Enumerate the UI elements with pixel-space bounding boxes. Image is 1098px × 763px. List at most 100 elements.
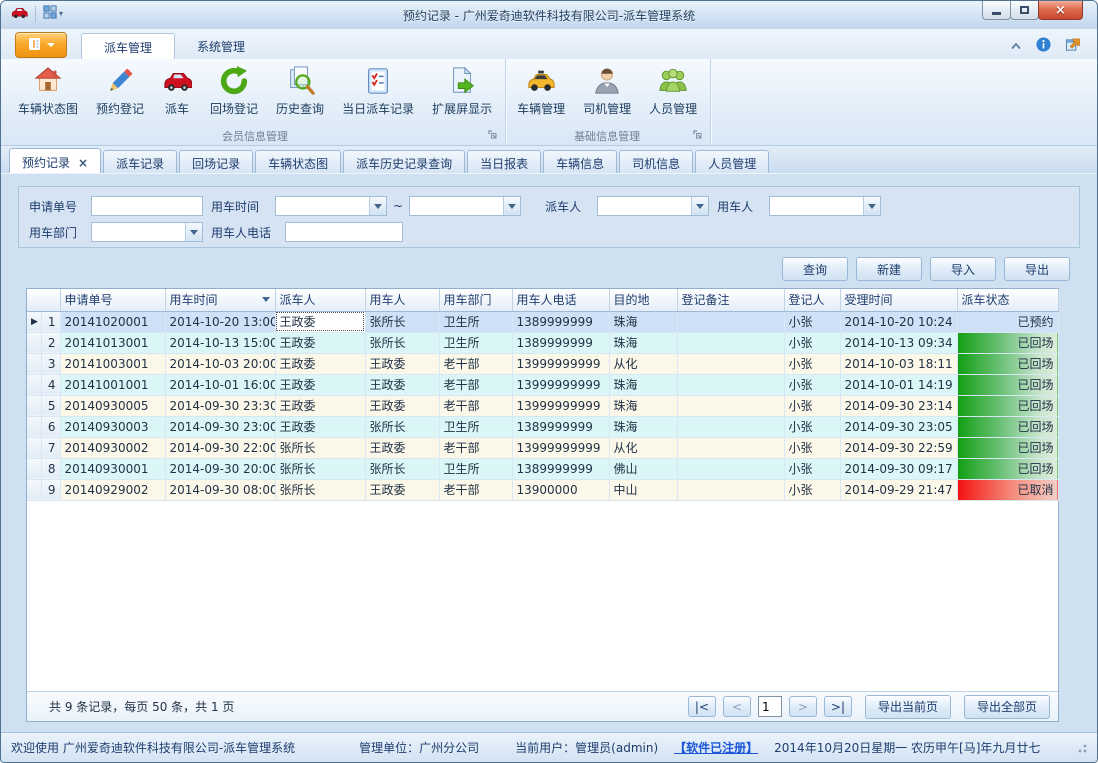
data-cell[interactable]: 王政委 xyxy=(365,437,439,458)
dropdown-button[interactable] xyxy=(691,197,708,215)
data-cell[interactable]: 王政委 xyxy=(275,311,365,332)
table-row[interactable]: 8201409300012014-09-30 20:00张所长张所长卫生所138… xyxy=(27,458,1058,479)
column-header[interactable]: 受理时间 xyxy=(840,289,957,311)
data-cell[interactable]: 珠海 xyxy=(609,311,677,332)
data-cell[interactable]: 2014-10-13 09:34 xyxy=(840,332,957,353)
table-row[interactable]: 4201410010012014-10-01 16:00王政委王政委老干部139… xyxy=(27,374,1058,395)
data-cell[interactable]: 张所长 xyxy=(275,437,365,458)
data-cell[interactable]: 1389999999 xyxy=(512,458,609,479)
data-cell[interactable]: 佛山 xyxy=(609,458,677,479)
data-cell[interactable]: 老干部 xyxy=(439,395,512,416)
table-row[interactable]: 2201410130012014-10-13 15:00王政委张所长卫生所138… xyxy=(27,332,1058,353)
data-cell[interactable]: 1389999999 xyxy=(512,416,609,437)
data-cell[interactable]: 20141001001 xyxy=(60,374,165,395)
data-cell[interactable]: 张所长 xyxy=(275,479,365,500)
reference-button[interactable] xyxy=(1065,37,1081,55)
data-cell[interactable]: 2014-10-01 16:00 xyxy=(165,374,275,395)
data-cell[interactable]: 2014-09-30 23:14 xyxy=(840,395,957,416)
maximize-button[interactable] xyxy=(1010,1,1039,20)
document-tab[interactable]: 司机信息 xyxy=(619,150,693,173)
data-cell[interactable]: 卫生所 xyxy=(439,416,512,437)
data-cell[interactable]: 张所长 xyxy=(365,416,439,437)
document-tab[interactable]: 派车记录 xyxy=(103,150,177,173)
data-cell[interactable] xyxy=(677,437,784,458)
data-cell[interactable]: 13999999999 xyxy=(512,437,609,458)
data-cell[interactable]: 2014-10-20 10:24 xyxy=(840,311,957,332)
table-row[interactable]: 9201409290022014-09-30 08:00张所长王政委老干部139… xyxy=(27,479,1058,500)
data-cell[interactable]: 2014-09-30 23:00 xyxy=(165,416,275,437)
page-number-input[interactable] xyxy=(758,696,782,717)
data-cell[interactable]: 王政委 xyxy=(365,353,439,374)
data-cell[interactable]: 1389999999 xyxy=(512,311,609,332)
data-cell[interactable]: 小张 xyxy=(784,437,840,458)
data-cell[interactable]: 2014-09-29 21:47 xyxy=(840,479,957,500)
column-header[interactable]: 派车人 xyxy=(275,289,365,311)
export-current-page-button[interactable]: 导出当前页 xyxy=(865,695,951,719)
new-button[interactable]: 新建 xyxy=(856,257,922,281)
data-cell[interactable]: 张所长 xyxy=(365,458,439,479)
import-button[interactable]: 导入 xyxy=(930,257,996,281)
table-row[interactable]: 7201409300022014-09-30 22:00张所长王政委老干部139… xyxy=(27,437,1058,458)
data-cell[interactable] xyxy=(677,416,784,437)
data-cell[interactable]: 20140930001 xyxy=(60,458,165,479)
data-cell[interactable]: 2014-09-30 23:30 xyxy=(165,395,275,416)
close-button[interactable]: × xyxy=(1038,1,1083,20)
data-cell[interactable]: 中山 xyxy=(609,479,677,500)
data-cell[interactable]: 20140930005 xyxy=(60,395,165,416)
filter-arrow-icon[interactable] xyxy=(262,297,270,302)
data-cell[interactable]: 老干部 xyxy=(439,353,512,374)
data-cell[interactable]: 老干部 xyxy=(439,437,512,458)
minimize-button[interactable] xyxy=(982,1,1011,20)
data-cell[interactable]: 2014-09-30 08:00 xyxy=(165,479,275,500)
document-tab[interactable]: 回场记录 xyxy=(179,150,253,173)
dropdown-button[interactable] xyxy=(863,197,880,215)
data-cell[interactable]: 2014-09-30 09:17 xyxy=(840,458,957,479)
data-cell[interactable]: 王政委 xyxy=(275,353,365,374)
data-cell[interactable]: 20140929002 xyxy=(60,479,165,500)
app-menu-button[interactable] xyxy=(15,32,67,58)
data-cell[interactable]: 张所长 xyxy=(365,311,439,332)
data-cell[interactable]: 小张 xyxy=(784,374,840,395)
table-row[interactable]: ▶1201410200012014-10-20 13:00王政委张所长卫生所13… xyxy=(27,311,1058,332)
data-cell[interactable]: 老干部 xyxy=(439,479,512,500)
ribbon-button[interactable]: 预约登记 xyxy=(87,62,153,128)
document-tab[interactable]: 当日报表 xyxy=(467,150,541,173)
data-cell[interactable] xyxy=(677,332,784,353)
data-cell[interactable]: 2014-09-30 22:00 xyxy=(165,437,275,458)
data-cell[interactable]: 13999999999 xyxy=(512,353,609,374)
data-cell[interactable]: 小张 xyxy=(784,416,840,437)
info-button[interactable] xyxy=(1036,37,1051,55)
dialog-launcher-icon[interactable] xyxy=(487,129,498,143)
data-cell[interactable] xyxy=(677,311,784,332)
data-cell[interactable]: 小张 xyxy=(784,395,840,416)
data-cell[interactable]: 卫生所 xyxy=(439,332,512,353)
use-time-to-select[interactable] xyxy=(409,196,521,216)
data-cell[interactable]: 小张 xyxy=(784,458,840,479)
data-cell[interactable]: 珠海 xyxy=(609,395,677,416)
table-row[interactable]: 5201409300052014-09-30 23:30王政委王政委老干部139… xyxy=(27,395,1058,416)
data-cell[interactable]: 卫生所 xyxy=(439,311,512,332)
use-time-from-select[interactable] xyxy=(275,196,387,216)
table-row[interactable]: 6201409300032014-09-30 23:00王政委张所长卫生所138… xyxy=(27,416,1058,437)
dropdown-button[interactable] xyxy=(185,223,202,241)
data-cell[interactable] xyxy=(677,374,784,395)
prev-page-button[interactable]: < xyxy=(723,696,751,717)
data-cell[interactable]: 2014-10-13 15:00 xyxy=(165,332,275,353)
data-cell[interactable]: 20141020001 xyxy=(60,311,165,332)
data-cell[interactable]: 2014-09-30 20:00 xyxy=(165,458,275,479)
data-cell[interactable]: 20141003001 xyxy=(60,353,165,374)
next-page-button[interactable]: > xyxy=(789,696,817,717)
request-no-input[interactable] xyxy=(91,196,203,216)
data-cell[interactable]: 王政委 xyxy=(275,416,365,437)
data-cell[interactable]: 卫生所 xyxy=(439,458,512,479)
column-header[interactable]: 登记备注 xyxy=(677,289,784,311)
data-cell[interactable] xyxy=(677,458,784,479)
data-cell[interactable]: 从化 xyxy=(609,437,677,458)
data-cell[interactable] xyxy=(677,479,784,500)
data-cell[interactable] xyxy=(677,395,784,416)
data-cell[interactable]: 1389999999 xyxy=(512,332,609,353)
data-cell[interactable]: 小张 xyxy=(784,311,840,332)
ribbon-button[interactable]: 回场登记 xyxy=(201,62,267,128)
user-select[interactable] xyxy=(769,196,881,216)
document-tab[interactable]: 派车历史记录查询 xyxy=(343,150,465,173)
